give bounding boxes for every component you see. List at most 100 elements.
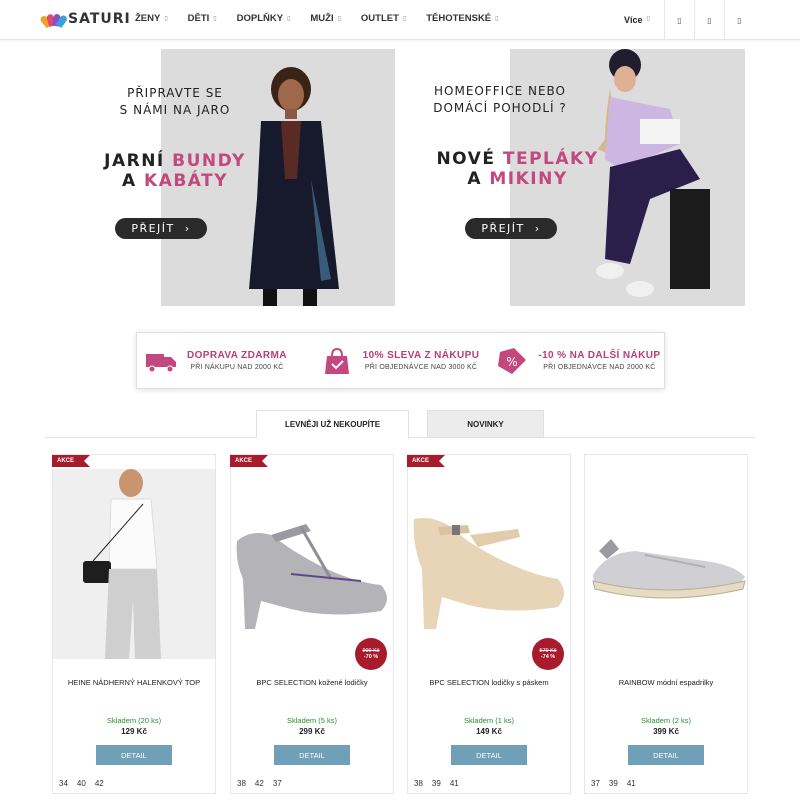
size-option[interactable]: 42: [95, 779, 104, 788]
banner-subtitle-line: PŘIPRAVTE SE: [127, 86, 223, 100]
detail-button[interactable]: DETAIL: [451, 745, 527, 765]
size-option[interactable]: 37: [273, 779, 282, 788]
stock-status: Skladem (20 ks): [106, 716, 162, 725]
size-option[interactable]: 37: [591, 779, 600, 788]
nav-item-zeny[interactable]: ŽENY ▯: [135, 13, 168, 24]
size-list: 38 39 41: [414, 779, 459, 788]
banner-sweatpants[interactable]: HOMEOFFICE NEBO DOMÁCÍ POHODLÍ ? NOVÉ TE…: [410, 49, 745, 306]
detail-button[interactable]: DETAIL: [274, 745, 350, 765]
tab-cheapest[interactable]: LEVNĚJI UŽ NEKOUPÍTE: [256, 410, 409, 439]
product-card[interactable]: RAINBOW módní espadrilky Skladem (2 ks) …: [584, 454, 748, 794]
product-image[interactable]: [231, 469, 393, 659]
percent-tag-icon: %: [498, 347, 527, 374]
size-option[interactable]: 40: [77, 779, 86, 788]
truck-icon: [146, 353, 176, 372]
size-option[interactable]: 41: [450, 779, 459, 788]
chevron-down-icon: ▯: [646, 16, 650, 22]
chevron-down-icon: ▯: [213, 16, 217, 22]
benefits-bar: DOPRAVA ZDARMA PŘI NÁKUPU NAD 2000 KČ 10…: [136, 332, 665, 389]
nav-label: DOPLŇKY: [236, 13, 284, 24]
size-option[interactable]: 38: [414, 779, 423, 788]
nav-label: TĚHOTENSKÉ: [426, 13, 492, 24]
search-icon[interactable]: ▯: [664, 0, 694, 40]
nav-label: OUTLET: [360, 13, 399, 24]
nav-item-doplnky[interactable]: DOPLŇKY ▯: [237, 13, 291, 24]
size-option[interactable]: 38: [237, 779, 246, 788]
discount-badge: 579 Kč -74 %: [532, 638, 564, 670]
product-name[interactable]: HEINE NÁDHERNÝ HALENKOVÝ TOP: [57, 678, 211, 687]
size-option[interactable]: 39: [432, 779, 441, 788]
product-price: 299 Kč: [299, 727, 325, 736]
size-option[interactable]: 39: [609, 779, 618, 788]
banner-subtitle-line: HOMEOFFICE NEBO: [434, 84, 566, 98]
banner-headline: JARNÍ BUNDY A KABÁTY: [60, 151, 290, 191]
benefit-title: -10 % NA DALŠÍ NÁKUP: [538, 350, 661, 361]
sale-badge: AKCE: [230, 455, 268, 467]
product-card[interactable]: AKCE HEINE NÁDHERNÝ HALENKOVÝ TOP Sklade…: [52, 454, 216, 794]
chevron-right-icon: ›: [534, 222, 541, 235]
size-option[interactable]: 41: [627, 779, 636, 788]
benefit-subtitle: PŘI NÁKUPU NAD 2000 KČ: [190, 364, 284, 371]
chevron-right-icon: ›: [184, 222, 191, 235]
tab-new[interactable]: NOVINKY: [427, 410, 544, 438]
user-icon[interactable]: ▯: [694, 0, 724, 40]
banner-cta-button[interactable]: PŘEJÍT ›: [465, 218, 557, 239]
chevron-down-icon: ▯: [495, 16, 499, 22]
size-list: 34 40 42: [59, 779, 104, 788]
nav-more[interactable]: Více ▯: [624, 15, 650, 25]
product-name[interactable]: RAINBOW módní espadrilky: [589, 678, 743, 687]
headline-highlight: TEPLÁKY: [502, 149, 599, 169]
chevron-down-icon: ▯: [337, 16, 341, 22]
product-name[interactable]: BPC SELECTION lodičky s páskem: [412, 678, 566, 687]
nav-item-tehotenske[interactable]: TĚHOTENSKÉ ▯: [426, 13, 498, 24]
headline-highlight: KABÁTY: [144, 171, 229, 191]
sale-badge: AKCE: [52, 455, 90, 467]
main-nav: ŽENY ▯ DĚTI ▯ DOPLŇKY ▯ MUŽI ▯ OUTLET ▯ TĚHOT…: [135, 13, 518, 24]
nav-label: DĚTI: [187, 13, 210, 24]
banner-cta-button[interactable]: PŘEJÍT ›: [115, 218, 207, 239]
nav-more-label: Více: [624, 15, 643, 25]
nav-item-deti[interactable]: DĚTI ▯: [188, 13, 217, 24]
chevron-down-icon: ▯: [402, 16, 407, 22]
product-card[interactable]: AKCE 999 Kč -70 % BPC SELECTION kožené l…: [230, 454, 394, 794]
product-image[interactable]: [408, 469, 570, 659]
logo-flower-icon: [39, 12, 69, 29]
detail-button[interactable]: DETAIL: [96, 745, 172, 765]
stock-status: Skladem (5 ks): [286, 716, 337, 725]
size-list: 38 42 37: [237, 779, 282, 788]
product-name[interactable]: BPC SELECTION kožené lodičky: [235, 678, 389, 687]
grey-pump-image: [231, 469, 393, 659]
logo[interactable]: SATURI: [39, 11, 131, 29]
product-price: 399 Kč: [653, 727, 679, 736]
headline-part: JARNÍ: [104, 151, 173, 171]
banner-subtitle: HOMEOFFICE NEBO DOMÁCÍ POHODLÍ ?: [430, 83, 570, 117]
banner-subtitle: PŘIPRAVTE SE S NÁMI NA JARO: [80, 85, 270, 119]
bag-icon: [324, 347, 349, 374]
banner-jackets[interactable]: PŘIPRAVTE SE S NÁMI NA JARO JARNÍ BUNDY …: [60, 49, 395, 306]
banner-subtitle-line: DOMÁCÍ POHODLÍ ?: [433, 101, 567, 115]
nav-item-outlet[interactable]: OUTLET ▯: [361, 13, 406, 24]
detail-button[interactable]: DETAIL: [628, 745, 704, 765]
nav-label: ŽENY: [135, 13, 161, 24]
logo-text: SATURI: [68, 11, 131, 27]
benefit-title: 10% SLEVA Z NÁKUPU: [362, 350, 480, 361]
product-card[interactable]: AKCE 579 Kč -74 % BPC SELECTION lodičky …: [407, 454, 571, 794]
discount-badge: 999 Kč -70 %: [355, 638, 387, 670]
stock-status: Skladem (2 ks): [640, 716, 691, 725]
chevron-down-icon: ▯: [287, 16, 291, 22]
discount-percent: -74 %: [540, 654, 556, 660]
product-image[interactable]: [585, 469, 747, 659]
headline-part: NOVÉ: [436, 149, 503, 169]
benefit-title: DOPRAVA ZDARMA: [187, 350, 287, 361]
product-image[interactable]: [53, 469, 215, 659]
nav-item-muzi[interactable]: MUŽI ▯: [310, 13, 341, 24]
beige-strap-pump-image: [408, 469, 570, 659]
cart-icon[interactable]: ▯: [724, 0, 754, 40]
chevron-down-icon: ▯: [164, 16, 168, 22]
product-price: 149 Kč: [476, 727, 502, 736]
site-header: SATURI ŽENY ▯ DĚTI ▯ DOPLŇKY ▯ MUŽI ▯ OUTLET…: [0, 0, 800, 40]
size-list: 37 39 41: [591, 779, 636, 788]
size-option[interactable]: 42: [255, 779, 264, 788]
size-option[interactable]: 34: [59, 779, 68, 788]
banner-headline: NOVÉ TEPLÁKY A MIKINY: [410, 149, 625, 189]
